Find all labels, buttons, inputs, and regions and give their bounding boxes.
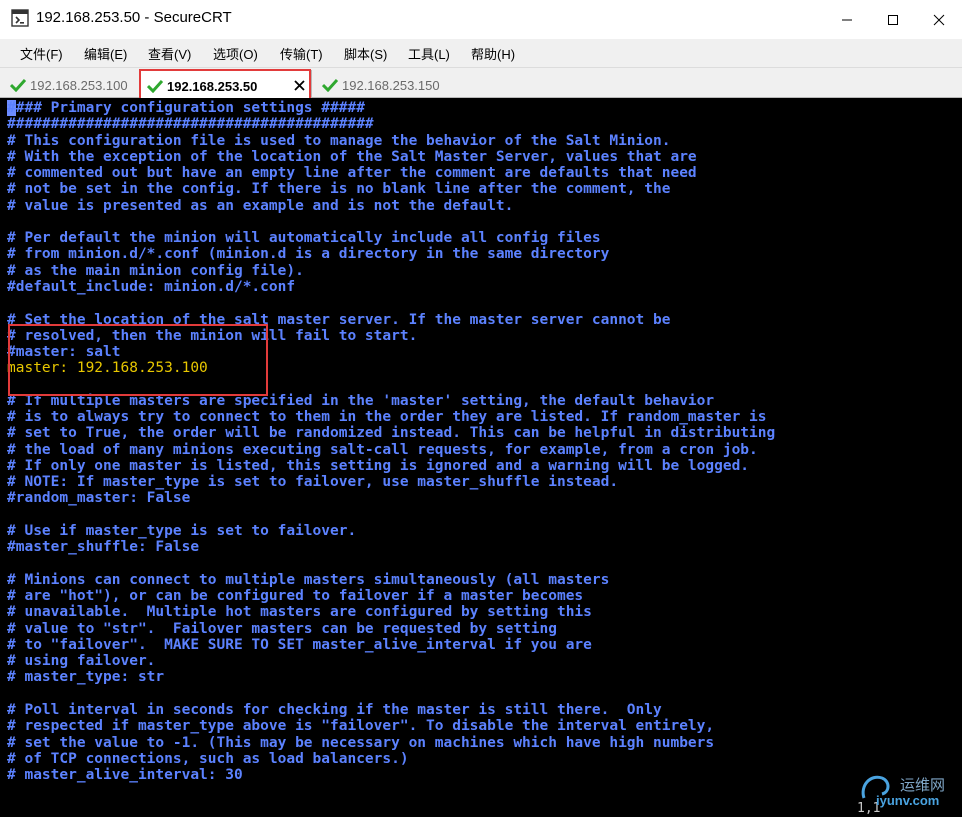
menu-file[interactable]: 文件(F) [20,44,63,63]
terminal-line: # as the main minion config file). [7,262,304,279]
terminal-line: #default_include: minion.d/*.conf [7,278,296,295]
window-title: 192.168.253.50 - SecureCRT [36,9,232,26]
close-window-button[interactable] [916,0,962,39]
tab-label: 192.168.253.150 [342,78,440,93]
connected-check-icon [322,78,338,92]
watermark-text-en: iyunv.com [876,793,940,808]
watermark-text-cn: 运维网 [900,777,946,794]
maximize-icon [888,14,898,25]
terminal-line: # value to "str". Failover masters can b… [7,620,557,637]
close-icon [933,14,945,25]
securecrt-app-icon [11,9,29,27]
terminal-line: # not be set in the config. If there is … [7,181,671,198]
menu-view[interactable]: 查看(V) [148,44,191,63]
terminal-line: #master_shuffle: False [7,539,200,556]
menu-help[interactable]: 帮助(H) [471,44,515,63]
tab-session-253-100[interactable]: 192.168.253.100 [10,74,136,97]
watermark-logo: 运维网 iyunv.com [856,770,958,812]
terminal-line: # unavailable. Multiple hot masters are … [7,604,592,621]
terminal-line: # using failover. [7,653,156,670]
terminal-line: # set the value to -1. (This may be nece… [7,734,715,751]
menu-bar: 文件(F) 编辑(E) 查看(V) 选项(O) 传输(T) 脚本(S) 工具(L… [0,39,962,68]
terminal-line: # to "failover". MAKE SURE TO SET master… [7,636,592,653]
tab-session-253-150[interactable]: 192.168.253.150 [322,74,452,97]
terminal-line: # If only one master is listed, this set… [7,457,750,474]
tab-label: 192.168.253.100 [30,78,128,93]
terminal-line: # from minion.d/*.conf (minion.d is a di… [7,246,610,263]
menu-options[interactable]: 选项(O) [213,44,258,63]
minimize-icon [842,19,852,20]
terminal-line: # This configuration file is used to man… [7,132,671,149]
terminal-line: # NOTE: If master_type is set to failove… [7,474,619,491]
terminal-line: # Poll interval in seconds for checking … [7,701,662,718]
connected-check-icon [10,78,26,92]
menu-edit[interactable]: 编辑(E) [84,44,127,63]
terminal-line: ########################################… [7,116,374,133]
minimize-button[interactable] [824,0,870,39]
menu-transfer[interactable]: 传输(T) [280,44,323,63]
terminal-line: # With the exception of the location of … [7,148,697,165]
terminal-line: # master_alive_interval: 30 [7,767,243,784]
title-bar: 192.168.253.50 - SecureCRT [0,0,962,39]
terminal-line: # Per default the minion will automatica… [7,230,601,247]
terminal-line: # commented out but have an empty line a… [7,165,697,182]
menu-script[interactable]: 脚本(S) [344,44,387,63]
terminal-output[interactable]: #### Primary configuration settings ####… [0,98,962,817]
terminal-line: # value is presented as an example and i… [7,197,514,214]
terminal-line: #random_master: False [7,490,191,507]
terminal-line: # the load of many minions executing sal… [7,441,758,458]
terminal-line: # Minions can connect to multiple master… [7,571,610,588]
terminal-line: # set to True, the order will be randomi… [7,425,776,442]
annotation-highlight-master [8,324,268,396]
terminal-line: # Use if master_type is set to failover. [7,523,357,540]
terminal-line: # is to always try to connect to them in… [7,409,767,426]
terminal-line: # master_type: str [7,669,165,686]
terminal-line: #### Primary configuration settings ####… [7,100,365,116]
menu-tools[interactable]: 工具(L) [408,44,450,63]
terminal-line: # respected if master_type above is "fai… [7,718,715,735]
terminal-line: # of TCP connections, such as load balan… [7,750,409,767]
maximize-button[interactable] [870,0,916,39]
terminal-line: # are "hot"), or can be configured to fa… [7,588,584,605]
